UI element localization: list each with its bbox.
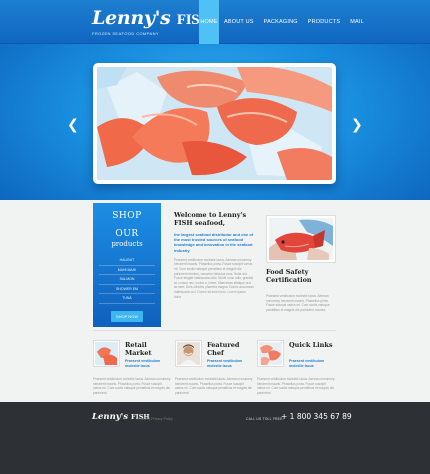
card-title-quick-links: Quick Links [289,341,333,349]
card-lead-featured-chef: Praesent vestibulum molestie lacus [207,359,243,368]
chevron-left-icon[interactable]: ❮ [67,117,79,133]
card-lead-retail-market: Praesent vestibulum molestie lacus [125,359,161,368]
welcome-section: Welcome to Lenny's FISH seafood, the lar… [174,211,254,299]
card-title-featured-chef: Featured Chef [207,341,240,357]
nav-products[interactable]: PRODUCTS [303,0,345,44]
section-divider [93,330,336,331]
shop-title-line2: OUR [115,229,139,239]
shop-category-list: HALIBUT MAHI MAHI SALMON SHOWER EM TUNA [99,256,155,304]
top-bar: Lenny's FISH FROZEN SEAFOOD COMPANY HOME… [0,0,430,44]
retail-market-thumb [93,340,120,367]
footer-phone-number: + 1 800 345 67 89 [281,412,352,421]
shop-subtitle: products [111,240,143,248]
footer-copyright: © 2013 | Privacy Policy [137,417,173,421]
shop-item-mahi-mahi[interactable]: MAHI MAHI [99,266,155,275]
main-content: SHOP OUR products HALIBUT MAHI MAHI SALM… [0,200,430,414]
chevron-right-icon[interactable]: ❯ [351,117,363,133]
shrimp-photo [97,67,332,180]
food-safety-image [266,215,336,263]
card-body-featured-chef: Praesent vestibulum molestie lacus. Aene… [175,377,253,395]
nav-about-us[interactable]: ABOUT US [219,0,259,44]
food-safety-title: Food Safety Certification [266,268,312,284]
nav-home[interactable]: HOME [199,0,219,44]
footer-logo-text: Lenny's [92,412,129,422]
shop-item-halibut[interactable]: HALIBUT [99,256,155,266]
welcome-lead: the largest seafood distributor and one … [174,232,254,253]
shop-item-shower-em[interactable]: SHOWER EM [99,285,155,294]
shop-item-salmon[interactable]: SALMON [99,275,155,285]
food-safety-body: Praesent vestibulum molestie lacus. Aene… [266,294,330,312]
shop-products-box: SHOP OUR products HALIBUT MAHI MAHI SALM… [93,203,161,327]
quick-links-thumb [257,340,284,367]
card-title-retail-market: Retail Market [125,341,152,357]
slider [93,63,336,184]
logo-tagline: FROZEN SEAFOOD COMPANY [92,31,159,36]
shop-item-tuna[interactable]: TUNA [99,294,155,304]
site-logo[interactable]: Lenny's FISH FROZEN SEAFOOD COMPANY [92,7,211,36]
card-body-retail-market: Praesent vestibulum molestie lacus. Aene… [93,377,171,395]
hero-banner: Lenny's FISH FROZEN SEAFOOD COMPANY HOME… [0,0,430,200]
welcome-title: Welcome to Lenny's FISH seafood, [174,211,247,227]
featured-chef-thumb [175,340,202,367]
footer-call-label: CALL US TOLL FREE: [246,417,284,421]
nav-mail[interactable]: MAIL [345,0,369,44]
card-body-quick-links: Praesent vestibulum molestie lacus. Aene… [257,377,335,395]
slide-image-shrimp [97,67,332,180]
fish-in-hands-photo [269,218,333,260]
shop-title-line1: SHOP [112,211,142,221]
main-nav: HOME ABOUT US PACKAGING PRODUCTS MAIL [199,0,369,44]
welcome-body: Praesent vestibulum molestie lacus. Aene… [174,257,254,299]
footer: Lenny's FISH © 2013 | Privacy Policy CAL… [0,402,430,474]
shop-now-button[interactable]: SHOP NOW [110,310,144,322]
nav-packaging[interactable]: PACKAGING [259,0,303,44]
logo-text: Lenny's [92,7,171,29]
card-lead-quick-links: Praesent vestibulum molestie lacus [289,359,325,368]
